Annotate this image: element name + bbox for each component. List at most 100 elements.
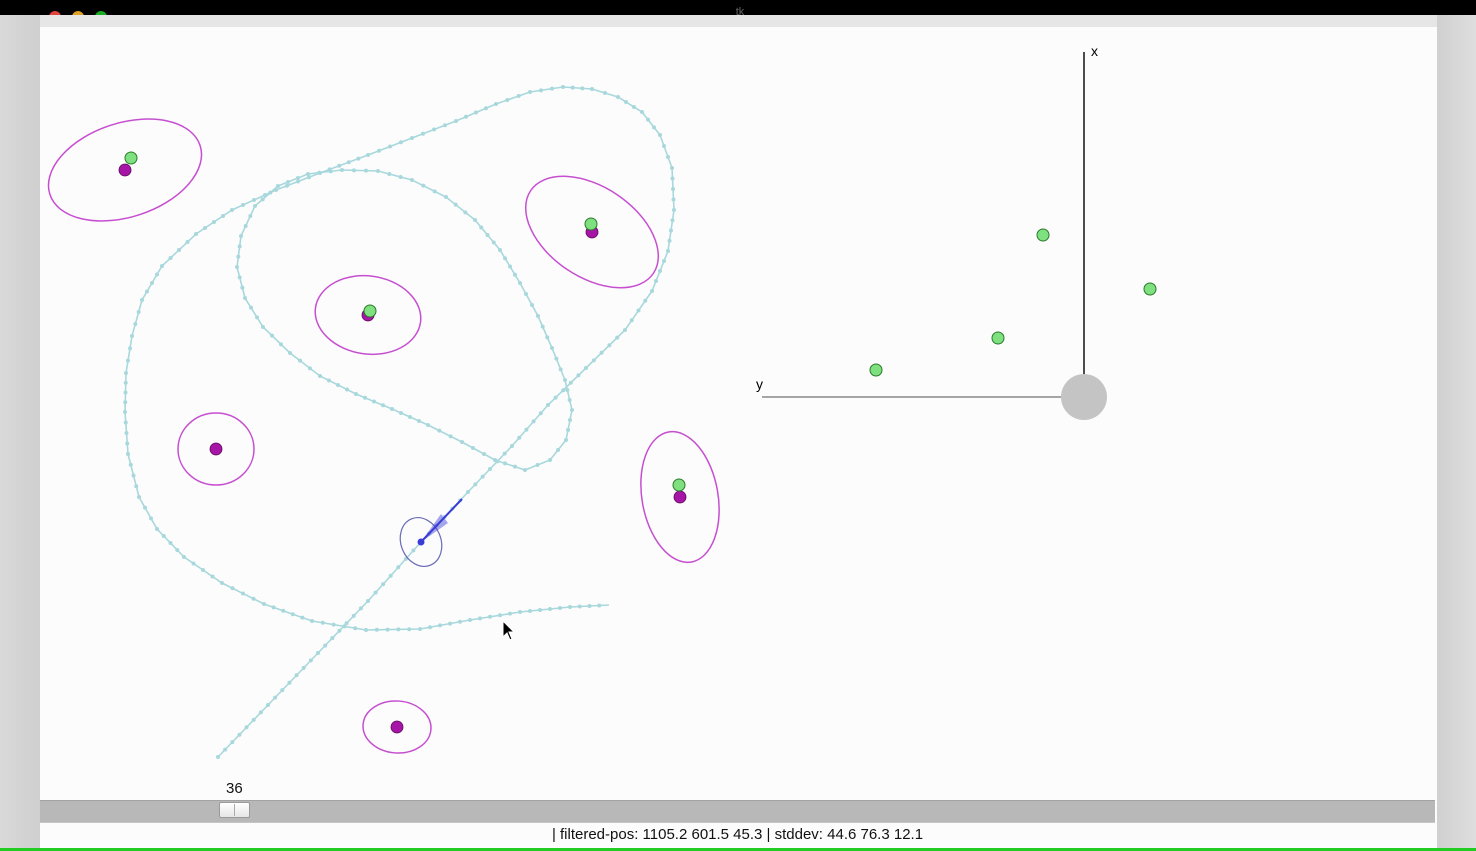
trajectory-path-dot xyxy=(128,462,133,467)
trajectory-path-dot xyxy=(488,467,492,471)
trajectory-loop-dot xyxy=(237,275,242,280)
trajectory-path-dot xyxy=(266,703,270,707)
trajectory-path-dot xyxy=(570,85,575,90)
trajectory-path-dot xyxy=(330,636,335,641)
trajectory-path-dot xyxy=(658,269,662,273)
trajectory-path-dot xyxy=(194,232,198,236)
trajectory-loop-dot xyxy=(376,169,380,173)
trajectory-path-dot xyxy=(580,86,585,91)
trajectory-loop-dot xyxy=(565,388,570,392)
trajectory-path-dot xyxy=(300,615,305,620)
slam-canvas[interactable]: x y xyxy=(0,0,1476,851)
trajectory-path-dot xyxy=(191,561,196,566)
trajectory-path-dot xyxy=(666,155,670,159)
observed-landmark-2 xyxy=(991,331,1005,345)
trajectory-loop-dot xyxy=(570,408,574,412)
trajectory-path-dot xyxy=(230,208,234,212)
trajectory-path-dot xyxy=(666,249,670,253)
trajectory-path-dot xyxy=(597,603,602,608)
trajectory-path-dot xyxy=(155,527,159,531)
trajectory-path-dot xyxy=(251,596,256,601)
trajectory-path-dot xyxy=(524,427,529,432)
trajectory-loop-dot xyxy=(548,458,552,462)
trajectory-loop-dot xyxy=(482,452,486,456)
trajectory-path-dot xyxy=(468,618,472,622)
trajectory-loop-dot xyxy=(260,197,265,202)
trajectory-loop-dot xyxy=(399,411,403,415)
trajectory-path-dot xyxy=(244,725,249,730)
trajectory-loop-dot xyxy=(550,346,554,350)
landmark-estimate-4 xyxy=(673,490,687,504)
trajectory-path-dot xyxy=(241,591,245,596)
landmark-true-2 xyxy=(363,304,377,318)
trajectory-path-dot xyxy=(528,609,532,613)
trajectory-path-dot xyxy=(516,94,521,98)
trajectory-path-dot xyxy=(607,343,612,348)
trajectory-path-dot xyxy=(285,183,289,188)
trajectory-path-dot xyxy=(672,208,676,212)
trajectory-path-dot xyxy=(366,599,370,603)
trajectory-path-dot xyxy=(584,366,588,370)
trajectory-path-dot xyxy=(230,586,235,591)
trajectory-path-dot xyxy=(623,328,627,332)
trajectory-path-dot xyxy=(518,610,522,614)
trajectory-loop-dot xyxy=(545,335,550,340)
trajectory-loop-dot xyxy=(498,248,502,252)
trajectory-path-dot xyxy=(271,605,276,610)
trajectory-path-dot xyxy=(351,613,356,618)
trajectory-path-dot xyxy=(454,119,458,123)
trajectory-path-dot xyxy=(662,144,666,148)
trajectory-path-dot xyxy=(652,125,656,130)
trajectory-path-dot xyxy=(241,203,245,207)
trajectory-path-dot xyxy=(474,110,478,115)
x-axis-label: x xyxy=(1091,43,1098,59)
trajectory-path-dot xyxy=(134,484,139,489)
trajectory-path-dot xyxy=(161,534,166,538)
trajectory-path-dot xyxy=(126,358,130,363)
axis-plot: x y xyxy=(756,43,1157,420)
trajectory-path-dot xyxy=(658,133,662,137)
trajectory-loop-dot xyxy=(513,464,517,469)
trajectory-path-dot xyxy=(168,256,173,260)
trajectory-path-dot xyxy=(568,605,572,609)
trajectory-path-dot xyxy=(220,581,224,585)
trajectory-path-dot xyxy=(185,240,190,244)
trajectory-path-dot xyxy=(124,431,129,435)
trajectory-path-dot xyxy=(331,622,336,627)
trajectory-path-dot xyxy=(308,658,313,663)
trajectory-path-dot xyxy=(337,163,342,168)
trajectory-loop-dot xyxy=(387,172,392,176)
trajectory-path-dot xyxy=(670,166,674,170)
trajectory-path-dot xyxy=(502,451,507,456)
trajectory-path-dot xyxy=(670,218,675,223)
trajectory-loop-dot xyxy=(556,448,560,452)
status-bar: | filtered-pos: 1105.2 601.5 45.3 | stdd… xyxy=(551,826,924,843)
trajectory-path-dot xyxy=(137,495,141,499)
trajectory-path-dot xyxy=(550,86,554,91)
trajectory-loop-dot xyxy=(237,244,242,249)
trajectory-loop-dot xyxy=(243,224,248,228)
trajectory-loop-dot xyxy=(381,403,385,408)
trajectory-loop-dot xyxy=(508,264,512,269)
trajectory-path-dot xyxy=(558,606,562,610)
robot-position xyxy=(417,538,425,546)
landmark-true-0 xyxy=(124,151,138,165)
trajectory-loop-dot xyxy=(518,281,522,285)
trajectory-path-dot xyxy=(323,643,328,648)
trajectory-loop-dot xyxy=(240,285,245,290)
trajectory-loop-dot xyxy=(248,214,253,218)
trajectory-loop-dot xyxy=(306,172,310,176)
trajectory-path-dot xyxy=(377,148,381,153)
trajectory-path-dot xyxy=(374,627,379,632)
trajectory-path-dot xyxy=(133,322,138,326)
trajectory-path-dot xyxy=(273,695,278,700)
trajectory-path-dot xyxy=(667,238,672,243)
trajectory-loop-dot xyxy=(363,395,367,400)
trajectory-loop-dot xyxy=(513,272,517,277)
observed-landmark-3 xyxy=(869,363,883,377)
trajectory-path-dot xyxy=(438,623,442,628)
timestep-slider-thumb[interactable] xyxy=(219,802,250,818)
observed-landmark-1 xyxy=(1143,282,1157,296)
trajectory-path-dot xyxy=(650,289,654,293)
trajectory-path-dot xyxy=(432,127,436,132)
